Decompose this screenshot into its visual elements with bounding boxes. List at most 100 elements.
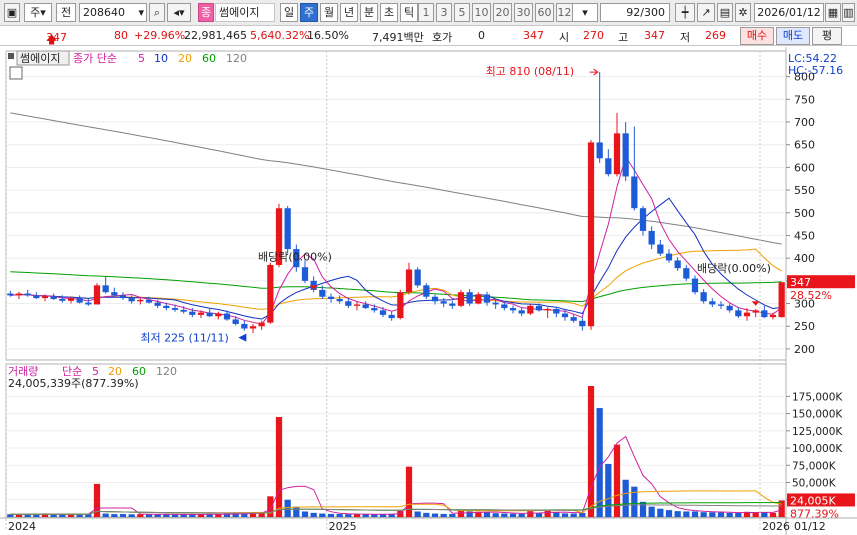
- volume-tick-label: 150,000K: [792, 409, 843, 421]
- speaker-icon[interactable]: ◂▾: [167, 3, 191, 22]
- candle-body: [735, 310, 742, 317]
- volume-bar: [145, 514, 153, 517]
- candle-body: [683, 268, 690, 279]
- volume-bar: [449, 514, 456, 517]
- x-axis-right-label: 01/12: [794, 520, 826, 533]
- toolbar: ▣ 주▾ 전 208640 ▾ ⌕ ◂▾ 종 썸에이지 일주월년분초틱 1 3 5 10…: [0, 0, 857, 26]
- volume-bar: [284, 499, 291, 517]
- candle-body: [761, 310, 768, 318]
- low-value: 269: [705, 29, 726, 42]
- period-tab-0[interactable]: 일: [280, 3, 298, 22]
- interval-button-3[interactable]: 3: [436, 3, 452, 22]
- eval-button[interactable]: 평: [812, 27, 842, 45]
- candle-body: [336, 299, 343, 302]
- volume-bar: [15, 514, 23, 517]
- candle-type-icon[interactable]: ┿: [675, 3, 695, 22]
- candle-body: [527, 305, 534, 314]
- line-draw-icon[interactable]: ↗: [697, 3, 715, 22]
- candle-body: [553, 308, 560, 314]
- candle-body: [379, 310, 387, 315]
- volume-bar: [648, 506, 655, 517]
- stock-code-input[interactable]: 208640 ▾: [79, 3, 147, 22]
- chevron-down-icon: ▾: [138, 6, 144, 19]
- interval-button-10[interactable]: 10: [472, 3, 491, 22]
- interval-button-30[interactable]: 30: [514, 3, 533, 22]
- candle-body: [561, 313, 569, 318]
- volume-bar: [102, 513, 109, 517]
- candle-body: [50, 296, 57, 299]
- period-tab-4[interactable]: 분: [360, 3, 378, 22]
- buy-button[interactable]: 매수: [740, 27, 774, 45]
- period-tab-1[interactable]: 주: [300, 3, 318, 22]
- interval-button-1[interactable]: 1: [418, 3, 434, 22]
- high-value: 347: [644, 29, 665, 42]
- volume-bar: [345, 514, 352, 517]
- volume-bar: [544, 510, 551, 517]
- volume-tick-label: 125,000K: [792, 426, 843, 438]
- period-tab-2[interactable]: 월: [320, 3, 338, 22]
- interval-button-20[interactable]: 20: [493, 3, 512, 22]
- price-chart[interactable]: 8007507006506005505004504003503002502001…: [0, 47, 857, 535]
- volume-bar: [561, 513, 569, 517]
- save-icon[interactable]: ▤: [717, 3, 733, 22]
- stock-code: 208640: [83, 6, 125, 19]
- hoga-label: 호가: [432, 31, 453, 44]
- price-tick-label: 600: [794, 161, 815, 174]
- candle-body: [111, 292, 118, 296]
- volume-bar: [769, 512, 777, 517]
- volume-bar: [527, 511, 534, 517]
- low-annotation: 최저 225 (11/11): [140, 332, 229, 345]
- grid-icon[interactable]: ▥: [842, 3, 855, 22]
- calendar-icon[interactable]: ▦: [825, 3, 841, 22]
- volume-bar: [735, 513, 742, 517]
- volume-bar: [336, 514, 343, 517]
- candle-body: [631, 176, 638, 209]
- candle-body: [657, 244, 664, 254]
- price-ma-label: 종가 단순: [73, 52, 117, 65]
- stock-chart-window: ▣ 주▾ 전 208640 ▾ ⌕ ◂▾ 종 썸에이지 일주월년분초틱 1 3 5 10…: [0, 0, 857, 535]
- candle-body: [587, 142, 595, 327]
- volume-tick-label: 75,000K: [792, 460, 837, 472]
- price-ma-period: 20: [178, 52, 192, 65]
- price-tick-label: 550: [794, 184, 815, 197]
- search-icon[interactable]: ⌕: [149, 3, 165, 22]
- candle-body: [327, 296, 335, 299]
- volume-bar: [691, 511, 699, 517]
- candle-body: [85, 302, 92, 305]
- candle-body: [102, 285, 109, 293]
- candle-body: [492, 302, 499, 305]
- volume-bar: [639, 501, 647, 517]
- last-price-label: 347: [790, 276, 811, 289]
- candle-body: [371, 308, 378, 311]
- open-value: 270: [583, 29, 604, 42]
- gear-icon[interactable]: ✲: [735, 3, 751, 22]
- candle-body: [509, 308, 517, 311]
- market-select[interactable]: 주▾: [24, 3, 52, 22]
- candle-body: [388, 314, 395, 319]
- turnover: 16.50%: [307, 29, 349, 42]
- interval-button-60[interactable]: 60: [535, 3, 554, 22]
- candle-body: [301, 267, 309, 281]
- type-select[interactable]: 전: [56, 3, 76, 22]
- candle-body: [163, 305, 170, 309]
- date-field[interactable]: 2026/01/12: [754, 3, 824, 22]
- candle-body: [665, 253, 673, 261]
- candle-body: [345, 301, 352, 306]
- period-tab-6[interactable]: 틱: [400, 3, 418, 22]
- hoga-price: 347: [523, 29, 544, 42]
- volume-bar: [119, 514, 127, 517]
- volume-bar: [483, 512, 491, 517]
- count-field[interactable]: 92/300: [600, 3, 670, 22]
- candle-body: [232, 319, 239, 324]
- sell-button[interactable]: 매도: [776, 27, 810, 45]
- volume-bar: [579, 512, 586, 517]
- period-tab-3[interactable]: 년: [340, 3, 358, 22]
- candle-body: [59, 299, 66, 301]
- volume-bar: [492, 513, 499, 517]
- volume-bar: [362, 514, 369, 517]
- interval-dropdown[interactable]: ▾: [572, 3, 598, 22]
- window-icon[interactable]: ▣: [4, 3, 20, 22]
- candle-body: [215, 313, 222, 317]
- interval-button-5[interactable]: 5: [454, 3, 470, 22]
- period-tab-5[interactable]: 초: [380, 3, 398, 22]
